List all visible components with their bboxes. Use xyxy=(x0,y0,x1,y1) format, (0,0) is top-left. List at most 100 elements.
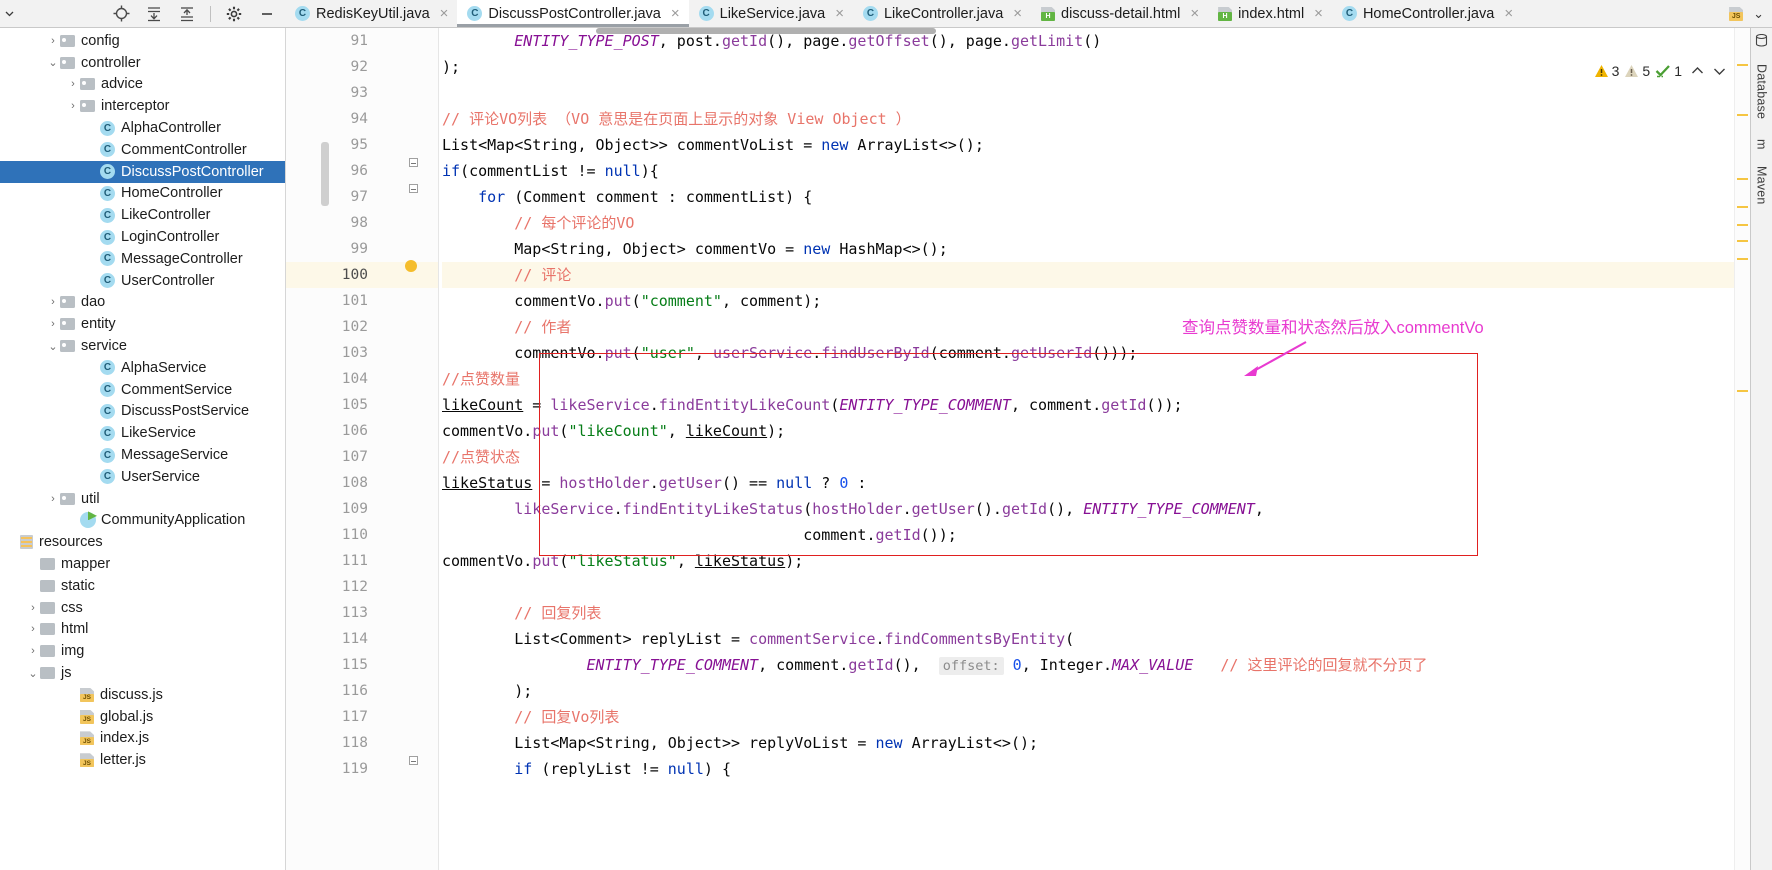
editor-tab-rediskeyutil-java[interactable]: C RedisKeyUtil.java × xyxy=(285,0,457,27)
code-line[interactable]: // 评论VO列表 （VO 意思是在页面上显示的对象 View Object ） xyxy=(442,106,1734,132)
previous-problem-icon[interactable] xyxy=(1691,64,1704,79)
tree-expand-arrow-icon[interactable]: › xyxy=(46,35,60,47)
tree-item-homecontroller[interactable]: C HomeController xyxy=(0,183,285,205)
tree-scrollbar-thumb[interactable] xyxy=(321,142,329,206)
tree-item-css[interactable]: › css xyxy=(0,597,285,619)
tree-item-entity[interactable]: › entity xyxy=(0,313,285,335)
code-line[interactable]: Map<String, Object> commentVo = new Hash… xyxy=(442,236,1734,262)
code-line[interactable]: if(commentList != null){ xyxy=(442,158,1734,184)
intention-bulb-icon[interactable] xyxy=(405,260,419,274)
tree-item-service[interactable]: ⌄ service xyxy=(0,335,285,357)
project-tree[interactable]: › config ⌄ controller › advice › interceptor C Al… xyxy=(0,28,285,870)
maven-tool-label[interactable]: Maven xyxy=(1755,166,1769,205)
tree-item-commentcontroller[interactable]: C CommentController xyxy=(0,139,285,161)
tree-expand-arrow-icon[interactable]: ⌄ xyxy=(46,56,60,69)
tree-expand-arrow-icon[interactable]: › xyxy=(26,602,40,614)
horizontal-scrollbar-thumb[interactable] xyxy=(596,28,936,34)
database-tool-label[interactable]: Database xyxy=(1755,64,1769,119)
tree-item-js[interactable]: ⌄ js xyxy=(0,662,285,684)
next-problem-icon[interactable] xyxy=(1713,64,1726,79)
code-line[interactable]: List<Comment> replyList = commentService… xyxy=(442,626,1734,652)
code-line[interactable]: likeCount = likeService.findEntityLikeCo… xyxy=(442,392,1734,418)
tree-item-messageservice[interactable]: C MessageService xyxy=(0,444,285,466)
tree-expand-arrow-icon[interactable]: › xyxy=(26,623,40,635)
tree-item-config[interactable]: › config xyxy=(0,30,285,52)
fold-marker-icon[interactable] xyxy=(409,184,418,193)
tree-item-commentservice[interactable]: C CommentService xyxy=(0,379,285,401)
m-tool-label[interactable]: m xyxy=(1755,139,1769,150)
tree-item-usercontroller[interactable]: C UserController xyxy=(0,270,285,292)
tree-expand-arrow-icon[interactable]: › xyxy=(46,296,60,308)
tree-item-dao[interactable]: › dao xyxy=(0,292,285,314)
tree-item-interceptor[interactable]: › interceptor xyxy=(0,95,285,117)
weak-warning-count[interactable]: 5 xyxy=(1624,63,1650,79)
code-line[interactable]: // 每个评论的VO xyxy=(442,210,1734,236)
editor-tab-discusspostcontroller-java[interactable]: C DiscussPostController.java × xyxy=(457,0,689,27)
tree-item-logincontroller[interactable]: C LoginController xyxy=(0,226,285,248)
inspection-widget[interactable]: 3 5 1 xyxy=(1591,62,1728,80)
tree-expand-arrow-icon[interactable]: › xyxy=(26,645,40,657)
tree-item-discusspostcontroller[interactable]: C DiscussPostController xyxy=(0,160,285,183)
database-icon[interactable] xyxy=(1755,33,1769,48)
tree-expand-arrow-icon[interactable]: › xyxy=(66,100,80,112)
code-line[interactable]: for (Comment comment : commentList) { xyxy=(442,184,1734,210)
tab-close-icon[interactable]: × xyxy=(1190,6,1199,21)
tree-expand-arrow-icon[interactable]: › xyxy=(46,493,60,505)
code-line[interactable]: // 回复列表 xyxy=(442,600,1734,626)
tree-item-global-js[interactable]: JS global.js xyxy=(0,706,285,728)
tree-item-likecontroller[interactable]: C LikeController xyxy=(0,204,285,226)
editor-tab-homecontroller-java[interactable]: C HomeController.java × xyxy=(1332,0,1522,27)
tree-expand-arrow-icon[interactable]: ⌄ xyxy=(26,667,40,680)
code-line[interactable]: // 回复Vo列表 xyxy=(442,704,1734,730)
tab-close-icon[interactable]: × xyxy=(1504,6,1513,21)
code-line[interactable] xyxy=(442,80,1734,106)
editor-tab-likecontroller-java[interactable]: C LikeController.java × xyxy=(853,0,1031,27)
tree-expand-arrow-icon[interactable]: ⌄ xyxy=(46,340,60,353)
code-line[interactable]: // 评论 xyxy=(442,262,1734,288)
tab-close-icon[interactable]: × xyxy=(835,6,844,21)
fold-marker-icon[interactable] xyxy=(409,756,418,765)
code-line[interactable]: //点赞数量 xyxy=(442,366,1734,392)
collapse-all-icon[interactable] xyxy=(177,4,197,24)
tree-expand-arrow-icon[interactable]: › xyxy=(46,318,60,330)
tab-close-icon[interactable]: × xyxy=(671,6,680,21)
warning-count[interactable]: 3 xyxy=(1594,63,1619,79)
code-line[interactable]: likeService.findEntityLikeStatus(hostHol… xyxy=(442,496,1734,522)
code-line[interactable]: commentVo.put("likeStatus", likeStatus); xyxy=(442,548,1734,574)
code-line[interactable]: comment.getId()); xyxy=(442,522,1734,548)
tree-item-discusspostservice[interactable]: C DiscussPostService xyxy=(0,401,285,423)
typo-count[interactable]: 1 xyxy=(1655,63,1682,79)
tree-item-communityapplication[interactable]: CommunityApplication xyxy=(0,510,285,532)
code-line[interactable]: ); xyxy=(442,54,1734,80)
code-line[interactable]: commentVo.put("likeCount", likeCount); xyxy=(442,418,1734,444)
fold-marker-icon[interactable] xyxy=(409,158,418,167)
tree-item-alphaservice[interactable]: C AlphaService xyxy=(0,357,285,379)
expand-all-icon[interactable] xyxy=(144,4,164,24)
tree-item-discuss-js[interactable]: JS discuss.js xyxy=(0,684,285,706)
error-stripe-marker-bar[interactable] xyxy=(1734,28,1750,870)
code-area[interactable]: ENTITY_TYPE_POST, post.getId(), page.get… xyxy=(439,28,1734,870)
tree-item-userservice[interactable]: C UserService xyxy=(0,466,285,488)
tree-item-advice[interactable]: › advice xyxy=(0,74,285,96)
editor-tab-discuss-detail-html[interactable]: Hdiscuss-detail.html × xyxy=(1031,0,1208,27)
tree-item-mapper[interactable]: mapper xyxy=(0,553,285,575)
tree-item-html[interactable]: › html xyxy=(0,619,285,641)
tree-item-likeservice[interactable]: C LikeService xyxy=(0,422,285,444)
tab-close-icon[interactable]: × xyxy=(1314,6,1323,21)
js-file-icon[interactable]: JS xyxy=(1729,6,1744,21)
fold-gutter[interactable] xyxy=(321,28,439,870)
tree-item-messagecontroller[interactable]: C MessageController xyxy=(0,248,285,270)
tab-close-icon[interactable]: × xyxy=(440,6,449,21)
tree-item-alphacontroller[interactable]: C AlphaController xyxy=(0,117,285,139)
tree-item-util[interactable]: › util xyxy=(0,488,285,510)
tree-item-letter-js[interactable]: JS letter.js xyxy=(0,749,285,771)
hide-panel-icon[interactable] xyxy=(257,4,277,24)
tree-item-resources[interactable]: resources xyxy=(0,531,285,553)
code-line[interactable]: ); xyxy=(442,678,1734,704)
chevron-down-icon[interactable]: ⌄ xyxy=(1753,6,1764,22)
locate-icon[interactable] xyxy=(111,4,131,24)
code-line[interactable]: commentVo.put("comment", comment); xyxy=(442,288,1734,314)
code-line[interactable]: List<Map<String, Object>> commentVoList … xyxy=(442,132,1734,158)
tree-expand-arrow-icon[interactable]: › xyxy=(66,78,80,90)
code-line[interactable]: likeStatus = hostHolder.getUser() == nul… xyxy=(442,470,1734,496)
